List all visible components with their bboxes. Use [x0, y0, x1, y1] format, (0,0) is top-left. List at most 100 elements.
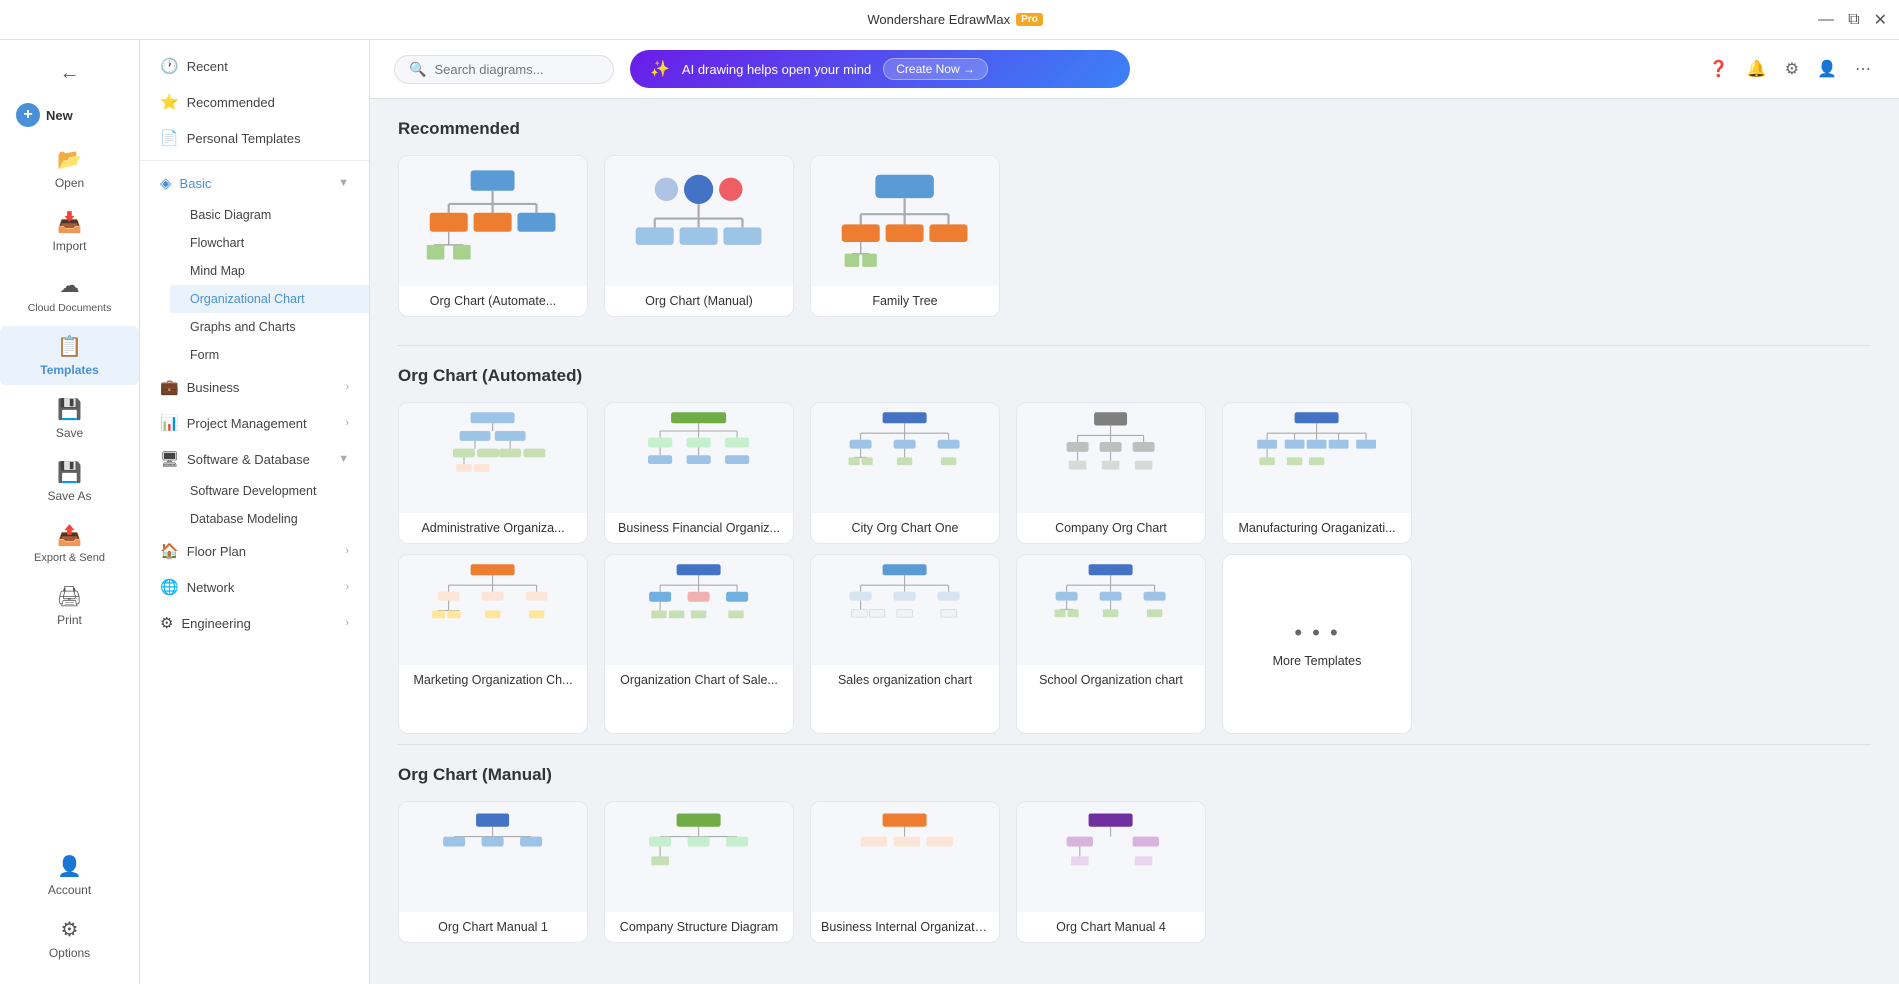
template-card-label-family-tree: Family Tree: [811, 286, 999, 316]
template-card-manual-3[interactable]: Business Internal Organization: [810, 801, 1000, 943]
sidebar-item-cloud[interactable]: ☁ Cloud Documents: [0, 265, 139, 322]
sidebar-item-save[interactable]: 💾 Save: [0, 389, 139, 448]
template-card-label-org-manual: Org Chart (Manual): [605, 286, 793, 316]
template-card-family-tree[interactable]: Family Tree: [810, 155, 1000, 317]
template-card-img-manual-2: [605, 802, 793, 912]
mindmap-label: Mind Map: [190, 264, 245, 278]
template-card-img-manufacturing: [1223, 403, 1411, 513]
topbar: 🔍 ✨ AI drawing helps open your mind Crea…: [370, 40, 1899, 99]
template-card-label-manual-3: Business Internal Organization: [811, 912, 999, 942]
template-card-org-auto[interactable]: Org Chart (Automate...: [398, 155, 588, 317]
notification-button[interactable]: 🔔: [1743, 55, 1771, 83]
share-button[interactable]: 👤: [1813, 55, 1841, 83]
template-card-company-org[interactable]: Company Org Chart: [1016, 402, 1206, 544]
nav-basic-diagram[interactable]: Basic Diagram: [170, 201, 369, 229]
template-card-marketing[interactable]: Marketing Organization Ch...: [398, 554, 588, 734]
save-icon: 💾: [57, 397, 82, 422]
template-card-label-city-org: City Org Chart One: [811, 513, 999, 543]
nav-recommended[interactable]: ⭐ Recommended: [140, 84, 369, 120]
more-templates-card[interactable]: • • • More Templates: [1222, 554, 1412, 734]
software-icon: 🖥: [160, 450, 179, 468]
template-card-label-manual-4: Org Chart Manual 4: [1017, 912, 1205, 942]
engineering-icon: ⚙: [160, 614, 173, 632]
minimize-button[interactable]: —: [1818, 10, 1834, 30]
help-button[interactable]: ❓: [1705, 55, 1733, 83]
template-card-label-company-org: Company Org Chart: [1017, 513, 1205, 543]
nav-section-project[interactable]: 📊 Project Management ›: [140, 405, 369, 441]
nav-org-chart[interactable]: Organizational Chart: [170, 285, 369, 313]
more-settings-button[interactable]: ⋯: [1851, 55, 1875, 83]
sidebar-item-export[interactable]: 📤 Export & Send: [0, 515, 139, 572]
personal-icon: 📄: [160, 129, 179, 147]
template-card-org-manual[interactable]: Org Chart (Manual): [604, 155, 794, 317]
network-chevron: ›: [345, 581, 349, 593]
new-icon: +: [16, 103, 40, 127]
template-card-manual-2[interactable]: Company Structure Diagram: [604, 801, 794, 943]
nav-network-label: Network: [187, 580, 235, 595]
nav-section-business[interactable]: 💼 Business ›: [140, 369, 369, 405]
template-card-city-org[interactable]: City Org Chart One: [810, 402, 1000, 544]
nav-db-modeling[interactable]: Database Modeling: [170, 505, 369, 533]
template-card-sales-org[interactable]: Sales organization chart: [810, 554, 1000, 734]
template-card-org-sales[interactable]: Organization Chart of Sale...: [604, 554, 794, 734]
nav-form[interactable]: Form: [170, 341, 369, 369]
new-label: New: [46, 108, 73, 123]
sidebar-item-templates[interactable]: 📋 Templates: [0, 326, 139, 385]
sidebar-item-new[interactable]: + New: [0, 95, 139, 135]
search-input[interactable]: [434, 62, 594, 77]
template-card-img-admin: [399, 403, 587, 513]
sidebar-item-account[interactable]: 👤 Account: [0, 846, 139, 905]
template-card-label-org-auto: Org Chart (Automate...: [399, 286, 587, 316]
close-button[interactable]: ✕: [1874, 10, 1887, 30]
template-card-school-org[interactable]: School Organization chart: [1016, 554, 1206, 734]
nav-personal[interactable]: 📄 Personal Templates: [140, 120, 369, 156]
network-icon: 🌐: [160, 578, 179, 596]
form-label: Form: [190, 348, 219, 362]
nav-section-network[interactable]: 🌐 Network ›: [140, 569, 369, 605]
org-manual-cards-row: Org Chart Manual 1: [398, 801, 1871, 943]
nav-section-floorplan[interactable]: 🏠 Floor Plan ›: [140, 533, 369, 569]
cloud-label: Cloud Documents: [28, 302, 111, 314]
account-label: Account: [48, 883, 91, 897]
templates-label: Templates: [40, 363, 98, 377]
software-dev-label: Software Development: [190, 484, 316, 498]
template-card-manual-4[interactable]: Org Chart Manual 4: [1016, 801, 1206, 943]
templates-icon: 📋: [57, 334, 82, 359]
recommended-cards-row: Org Chart (Automate...: [398, 155, 1871, 317]
nav-graphs[interactable]: Graphs and Charts: [170, 313, 369, 341]
sidebar-item-open[interactable]: 📂 Open: [0, 139, 139, 198]
nav-section-software[interactable]: 🖥 Software & Database ▼: [140, 441, 369, 477]
sidebar-item-import[interactable]: 📥 Import: [0, 202, 139, 261]
template-card-biz-financial[interactable]: Business Financial Organiz...: [604, 402, 794, 544]
nav-section-engineering[interactable]: ⚙ Engineering ›: [140, 605, 369, 641]
restore-button[interactable]: ⧉: [1848, 10, 1859, 30]
back-button[interactable]: ←: [0, 56, 139, 91]
app-title: Wondershare EdrawMax: [867, 12, 1010, 27]
sidebar-item-options[interactable]: ⚙ Options: [0, 909, 139, 968]
template-card-manual-1[interactable]: Org Chart Manual 1: [398, 801, 588, 943]
ai-banner[interactable]: ✨ AI drawing helps open your mind Create…: [630, 50, 1130, 88]
basic-icon: ◈: [160, 174, 172, 192]
template-card-manufacturing[interactable]: Manufacturing Oraganizati...: [1222, 402, 1412, 544]
nav-flowchart[interactable]: Flowchart: [170, 229, 369, 257]
sidebar-item-saveas[interactable]: 💾 Save As: [0, 452, 139, 511]
pro-badge: Pro: [1016, 13, 1043, 26]
ai-create-button[interactable]: Create Now →: [883, 58, 988, 80]
template-card-admin[interactable]: Administrative Organiza...: [398, 402, 588, 544]
settings-button[interactable]: ⚙: [1781, 55, 1803, 83]
nav-software-children: Software Development Database Modeling: [140, 477, 369, 533]
nav-recent-label: Recent: [187, 59, 228, 74]
nav-software-dev[interactable]: Software Development: [170, 477, 369, 505]
template-card-img-manual-3: [811, 802, 999, 912]
nav-panel: 🕐 Recent ⭐ Recommended 📄 Personal Templa…: [140, 40, 370, 984]
project-chevron: ›: [345, 417, 349, 429]
sidebar-item-print[interactable]: 🖨 Print: [0, 576, 139, 635]
search-box[interactable]: 🔍: [394, 55, 614, 84]
business-icon: 💼: [160, 378, 179, 396]
nav-section-basic[interactable]: ◈ Basic ▼: [140, 165, 369, 201]
nav-recent[interactable]: 🕐 Recent: [140, 48, 369, 84]
recommended-icon: ⭐: [160, 93, 179, 111]
template-card-img-org-sales: [605, 555, 793, 665]
nav-mindmap[interactable]: Mind Map: [170, 257, 369, 285]
print-icon: 🖨: [57, 584, 82, 609]
